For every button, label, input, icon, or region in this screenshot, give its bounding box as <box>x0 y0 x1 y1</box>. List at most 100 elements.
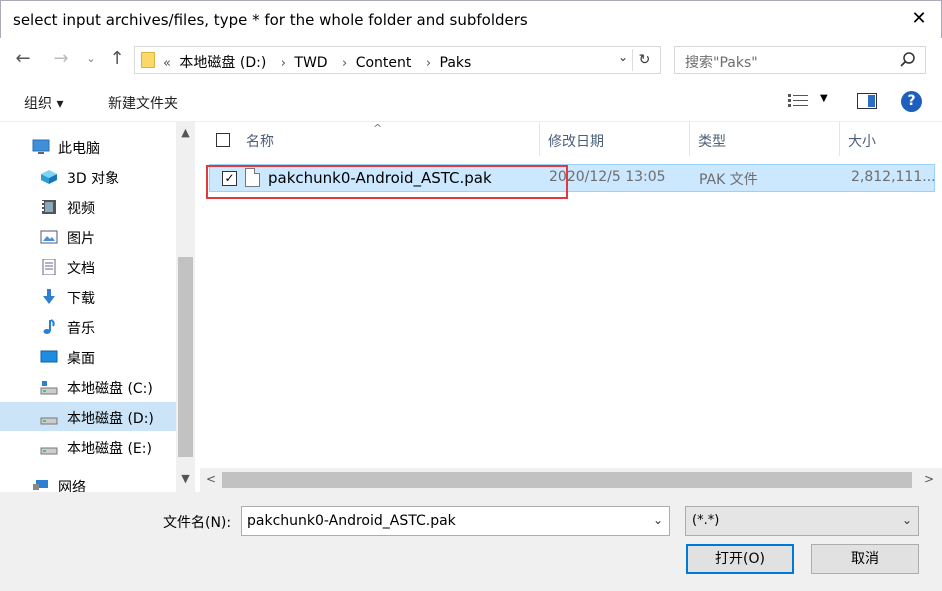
column-header-modified[interactable]: 修改日期 <box>548 131 604 151</box>
title-bar: select input archives/files, type * for … <box>0 0 942 38</box>
folder-icon <box>141 52 155 68</box>
file-size: 2,812,111... <box>851 169 936 185</box>
forward-arrow-icon[interactable]: → <box>50 48 72 70</box>
breadcrumb-separator-icon[interactable]: › <box>281 56 286 71</box>
filename-label: 文件名(N): <box>163 515 232 531</box>
organize-button[interactable]: 组织 ▾ <box>24 93 63 113</box>
documents-icon <box>42 259 56 275</box>
sidebar-item-label: 音乐 <box>67 321 95 337</box>
preview-pane-icon[interactable] <box>857 93 877 109</box>
breadcrumb: « 本地磁盘 (D:) › TWD › Content › Paks <box>163 52 475 72</box>
sidebar-item-downloads[interactable]: 下载 <box>0 282 176 311</box>
sidebar-item-pictures[interactable]: 图片 <box>0 222 176 251</box>
recent-locations-chevron-icon[interactable]: ⌄ <box>80 48 102 70</box>
sidebar-item-documents[interactable]: 文档 <box>0 252 176 281</box>
address-row: ← → ⌄ ↑ « 本地磁盘 (D:) › TWD › Content › Pa… <box>0 38 942 82</box>
view-dropdown-icon[interactable]: ▼ <box>820 93 828 104</box>
breadcrumb-separator-icon[interactable]: › <box>342 56 347 71</box>
column-header-type[interactable]: 类型 <box>698 131 726 151</box>
sidebar-item-label: 视频 <box>67 201 95 217</box>
column-divider[interactable] <box>689 122 690 156</box>
3d-objects-icon <box>41 170 57 184</box>
select-all-checkbox[interactable] <box>216 133 230 147</box>
filename-dropdown-icon[interactable]: ⌄ <box>653 513 663 527</box>
new-folder-button[interactable]: 新建文件夹 <box>108 93 178 113</box>
help-icon[interactable]: ? <box>901 91 922 112</box>
back-arrow-icon[interactable]: ← <box>12 48 34 70</box>
filename-input[interactable] <box>242 507 642 535</box>
pictures-icon <box>40 230 58 244</box>
column-header-name[interactable]: 名称 <box>246 131 274 151</box>
sidebar-item-drive-c[interactable]: 本地磁盘 (C:) <box>0 372 176 401</box>
drive-icon <box>40 447 58 455</box>
filetype-dropdown-icon[interactable]: ⌄ <box>902 513 912 527</box>
file-type: PAK 文件 <box>699 172 758 188</box>
search-input[interactable]: 搜索"Paks" <box>674 46 926 74</box>
up-arrow-icon[interactable]: ↑ <box>106 48 128 70</box>
address-dropdown-icon[interactable]: ⌄ <box>618 50 628 64</box>
cancel-button[interactable]: 取消 <box>811 544 919 574</box>
desktop-icon <box>40 350 58 363</box>
sidebar-item-desktop[interactable]: 桌面 <box>0 342 176 371</box>
sidebar-item-3d-objects[interactable]: 3D 对象 <box>0 162 176 191</box>
sort-ascending-icon: ^ <box>373 122 383 135</box>
scroll-left-icon[interactable]: < <box>206 472 216 486</box>
sidebar-item-label: 本地磁盘 (E:) <box>67 441 152 457</box>
navigation-pane: 此电脑 3D 对象 视频 图片 文档 下载 音乐 桌面 本地磁盘 (C:) 本地… <box>0 122 195 492</box>
column-header: ^ 名称 修改日期 类型 大小 <box>199 122 942 158</box>
videos-icon <box>42 200 56 214</box>
breadcrumb-separator-icon[interactable]: › <box>426 56 431 71</box>
breadcrumb-item-content[interactable]: Content <box>356 55 412 71</box>
sidebar-item-label: 本地磁盘 (D:) <box>67 411 154 427</box>
sidebar-item-this-pc[interactable]: 此电脑 <box>0 132 176 161</box>
navigation-scrollbar[interactable]: ▲ ▼ <box>176 122 195 492</box>
scroll-up-icon[interactable]: ▲ <box>176 126 195 139</box>
file-modified-date: 2020/12/5 13:05 <box>549 169 666 185</box>
file-name: pakchunk0-Android_ASTC.pak <box>268 169 492 187</box>
open-button[interactable]: 打开(O) <box>686 544 794 574</box>
file-list-pane: ^ 名称 修改日期 类型 大小 ✓ pakchunk0-Android_ASTC… <box>199 122 942 492</box>
scroll-right-icon[interactable]: > <box>924 472 934 486</box>
search-placeholder: 搜索"Paks" <box>685 55 758 71</box>
computer-icon <box>32 139 50 154</box>
address-bar[interactable]: « 本地磁盘 (D:) › TWD › Content › Paks ⌄ ↻ <box>134 46 661 74</box>
column-divider[interactable] <box>539 122 540 156</box>
breadcrumb-item-twd[interactable]: TWD <box>294 55 327 71</box>
network-icon <box>33 480 48 490</box>
close-icon[interactable]: ✕ <box>909 9 929 29</box>
scroll-down-icon[interactable]: ▼ <box>176 472 195 485</box>
filetype-select[interactable]: (*.*) ⌄ <box>685 506 919 536</box>
file-row[interactable]: ✓ pakchunk0-Android_ASTC.pak 2020/12/5 1… <box>209 164 936 192</box>
sidebar-item-label: 桌面 <box>67 351 95 367</box>
sidebar-item-label: 文档 <box>67 261 95 277</box>
refresh-icon[interactable]: ↻ <box>632 49 656 71</box>
view-options-icon[interactable] <box>788 94 808 108</box>
sidebar-item-drive-e[interactable]: 本地磁盘 (E:) <box>0 432 176 461</box>
downloads-icon <box>43 289 55 304</box>
sidebar-item-music[interactable]: 音乐 <box>0 312 176 341</box>
file-list-horizontal-scrollbar[interactable]: < > <box>200 468 942 492</box>
breadcrumb-item-drive[interactable]: 本地磁盘 (D:) <box>179 55 266 71</box>
scrollbar-thumb[interactable] <box>222 472 912 488</box>
file-icon <box>245 168 260 187</box>
command-bar: 组织 ▾ 新建文件夹 ▼ ? <box>0 82 942 122</box>
search-icon[interactable] <box>899 51 917 69</box>
file-row-checkbox[interactable]: ✓ <box>222 171 237 186</box>
filename-combobox[interactable]: ⌄ <box>241 506 670 536</box>
overflow-chevron-icon[interactable]: « <box>163 56 171 71</box>
column-divider[interactable] <box>839 122 840 156</box>
sidebar-item-label: 网络 <box>58 480 86 492</box>
sidebar-item-videos[interactable]: 视频 <box>0 192 176 221</box>
drive-icon <box>40 417 58 425</box>
scrollbar-thumb[interactable] <box>178 257 193 457</box>
drive-icon <box>40 381 58 395</box>
column-header-size[interactable]: 大小 <box>848 131 876 151</box>
sidebar-item-label: 本地磁盘 (C:) <box>67 381 153 397</box>
dialog-footer: 文件名(N): ⌄ (*.*) ⌄ 打开(O) 取消 <box>0 492 942 591</box>
sidebar-item-label: 下载 <box>67 291 95 307</box>
breadcrumb-item-paks[interactable]: Paks <box>440 55 472 71</box>
sidebar-item-drive-d[interactable]: 本地磁盘 (D:) <box>0 402 176 431</box>
sidebar-item-label: 图片 <box>67 231 95 247</box>
sidebar-item-label: 此电脑 <box>58 141 100 157</box>
sidebar-item-network[interactable]: 网络 <box>0 470 176 492</box>
